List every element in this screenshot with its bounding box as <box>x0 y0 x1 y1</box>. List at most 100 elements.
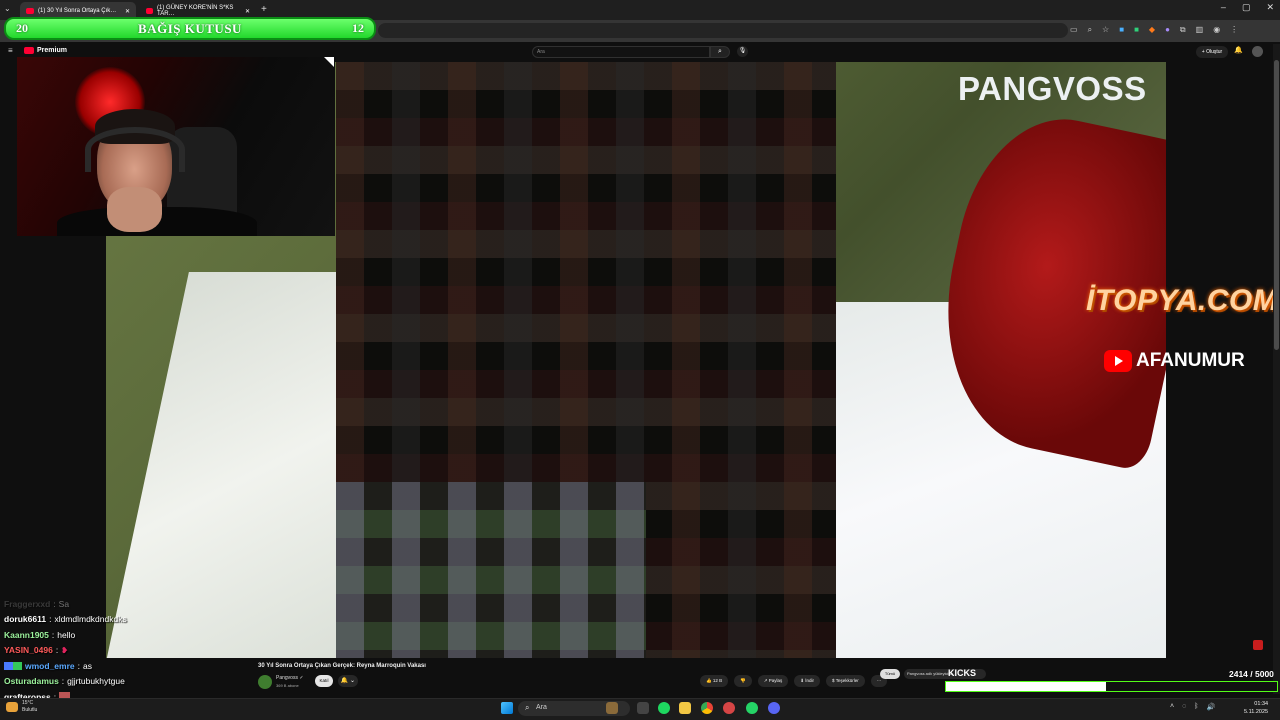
microphone-icon[interactable]: 🎙 <box>737 46 748 57</box>
dislike-button[interactable]: 👎 <box>734 675 752 687</box>
chat-username: Kaann1905 <box>4 629 49 640</box>
tab-title: (1) 30 Yıl Sonra Ortaya Çık… <box>38 8 117 14</box>
chat-text: as <box>82 660 92 671</box>
chat-text: gjjrtubukhytgue <box>67 676 125 687</box>
new-tab-button[interactable]: + <box>261 4 267 15</box>
subscriber-count: 369 B abone <box>276 683 299 688</box>
chat-text: Sa <box>58 598 70 609</box>
file-explorer-icon[interactable] <box>679 702 691 714</box>
channel-watermark: PANGVOSS <box>958 70 1147 107</box>
donation-right-value: 12 <box>351 21 364 35</box>
chat-message: Kaann1905 : hello <box>4 629 76 640</box>
search-icon: ⌕ <box>525 703 530 712</box>
clock-date: 5.11.2025 <box>1244 709 1269 715</box>
taskbar-widget-icon[interactable] <box>606 702 618 714</box>
video-actions: 👍 12 B 👎 ↗ Paylaş ⬇ İndir $ Teşekkürler … <box>700 675 888 687</box>
profile-icon[interactable]: ◉ <box>1213 25 1220 35</box>
extension-icon[interactable]: ● <box>1165 25 1170 35</box>
close-window-button[interactable]: ✕ <box>1266 2 1274 13</box>
channel-avatar[interactable] <box>258 675 272 689</box>
youtube-play-icon <box>24 47 34 54</box>
corner-marker <box>324 57 334 67</box>
search-button[interactable]: ⌕ <box>710 46 730 58</box>
hamburger-menu-icon[interactable]: ≡ <box>8 46 13 55</box>
cast-icon[interactable]: ▭ <box>1070 25 1078 35</box>
youtube-play-icon <box>1104 350 1132 372</box>
weather-temp: 15°C <box>22 700 34 706</box>
volume-icon[interactable]: 🔊 <box>1206 703 1215 711</box>
clock-time: 01:34 <box>1254 701 1269 707</box>
download-button[interactable]: ⬇ İndir <box>794 675 821 687</box>
chat-message: Fraggerxxd : Sa <box>4 598 70 609</box>
kicks-goal-count: 2414 / 5000 <box>1229 669 1274 679</box>
chat-badges-icon <box>4 661 22 670</box>
window-controls: – ▢ ✕ <box>1221 2 1274 13</box>
youtube-logo-text: Premium <box>37 47 67 54</box>
sponsor-youtube-channel: AFANUMUR <box>1104 350 1245 372</box>
chrome-icon[interactable] <box>701 702 713 714</box>
thanks-button[interactable]: $ Teşekkürler <box>826 675 865 687</box>
chat-message: YASIN_0496 : ❥ <box>4 645 68 656</box>
avatar[interactable] <box>1252 46 1263 57</box>
bookmark-star-icon[interactable]: ☆ <box>1102 25 1109 35</box>
join-button[interactable]: Katıl <box>315 675 333 687</box>
taskbar-clock[interactable]: 01:34 5.11.2025 <box>1244 700 1268 716</box>
chat-overlay: Fraggerxxd : Sa doruk6611 : xldmdlmdkdnd… <box>0 596 330 706</box>
headset-icon <box>85 127 185 172</box>
censor-pixelation <box>336 482 646 658</box>
taskbar-app-icon[interactable] <box>723 702 735 714</box>
like-button[interactable]: 👍 12 B <box>700 675 729 687</box>
minimize-button[interactable]: – <box>1221 2 1226 13</box>
task-view-icon[interactable] <box>637 702 649 714</box>
weather-icon[interactable] <box>6 702 18 712</box>
notification-bell-icon[interactable]: 🔔 <box>1234 46 1243 54</box>
chat-text: xldmdlmdkdndkdks <box>54 614 127 625</box>
video-title: 30 Yıl Sonra Ortaya Çıkan Gerçek: Reyna … <box>258 663 426 669</box>
chat-username: doruk6611 <box>4 614 47 625</box>
filter-chip-all[interactable]: Tümü <box>880 669 900 679</box>
extension-icon[interactable]: ■ <box>1119 25 1124 35</box>
network-icon[interactable]: ◌ <box>1182 703 1186 711</box>
kicks-goal-label: KICKS <box>948 668 977 678</box>
weather-desc: Bulutlu <box>22 707 38 713</box>
streamer-webcam <box>17 57 335 236</box>
whatsapp-icon[interactable] <box>746 702 758 714</box>
create-button[interactable]: + Oluştur <box>1196 46 1228 58</box>
tab-search-icon[interactable]: ⌄ <box>4 4 11 13</box>
subscription-bell-button[interactable]: 🔔 ⌄ <box>338 675 358 687</box>
channel-name[interactable]: Pangvoss ✓ <box>276 675 304 681</box>
zoom-icon[interactable]: ⌕ <box>1088 25 1092 35</box>
discord-icon[interactable] <box>768 702 780 714</box>
windows-start-icon[interactable] <box>501 702 513 714</box>
spotify-icon[interactable] <box>658 702 670 714</box>
kicks-progress-fill <box>946 682 1106 691</box>
chat-message: doruk6611 : xldmdlmdkdndkdks <box>4 614 127 625</box>
weather-widget[interactable]: 15°C Bulutlu <box>22 700 37 714</box>
share-button[interactable]: ↗ Paylaş <box>757 675 789 687</box>
sponsor-channel-name: AFANUMUR <box>1136 350 1245 371</box>
youtube-favicon-icon <box>26 8 34 14</box>
chevron-up-icon[interactable]: ˄ <box>1170 703 1174 711</box>
address-bar[interactable] <box>378 23 1068 38</box>
heart-emote-icon: ❥ <box>61 645 68 655</box>
chat-username: Fraggerxxd <box>4 598 51 609</box>
search-input[interactable]: Ara <box>532 46 710 58</box>
close-icon[interactable]: ✕ <box>125 8 130 15</box>
extension-icon[interactable]: ■ <box>1134 25 1139 35</box>
chat-username: YASIN_0496 <box>4 645 53 656</box>
close-icon[interactable]: ✕ <box>245 8 250 15</box>
bluetooth-icon[interactable]: ᛒ <box>1194 703 1198 711</box>
extension-icon[interactable]: ◆ <box>1149 25 1155 35</box>
donation-goal-bar: 20 BAĞIŞ KUTUSU 12 <box>4 17 376 40</box>
youtube-logo[interactable]: Premium <box>24 47 67 54</box>
maximize-button[interactable]: ▢ <box>1242 2 1251 13</box>
menu-icon[interactable]: ⋮ <box>1230 25 1238 35</box>
puzzle-icon[interactable]: ⧉ <box>1180 25 1186 35</box>
youtube-favicon-icon <box>146 8 154 14</box>
chat-username: wmod_emre <box>25 660 75 671</box>
scrollbar-thumb[interactable] <box>1274 60 1279 350</box>
system-tray: ˄ ◌ ᛒ 🔊 <box>1170 703 1215 711</box>
sidepanel-icon[interactable]: ▥ <box>1196 25 1204 35</box>
stop-recording-icon[interactable] <box>1253 640 1263 650</box>
extension-icons: ▭ ⌕ ☆ ■ ■ ◆ ● ⧉ ▥ ◉ ⋮ <box>1070 25 1238 35</box>
